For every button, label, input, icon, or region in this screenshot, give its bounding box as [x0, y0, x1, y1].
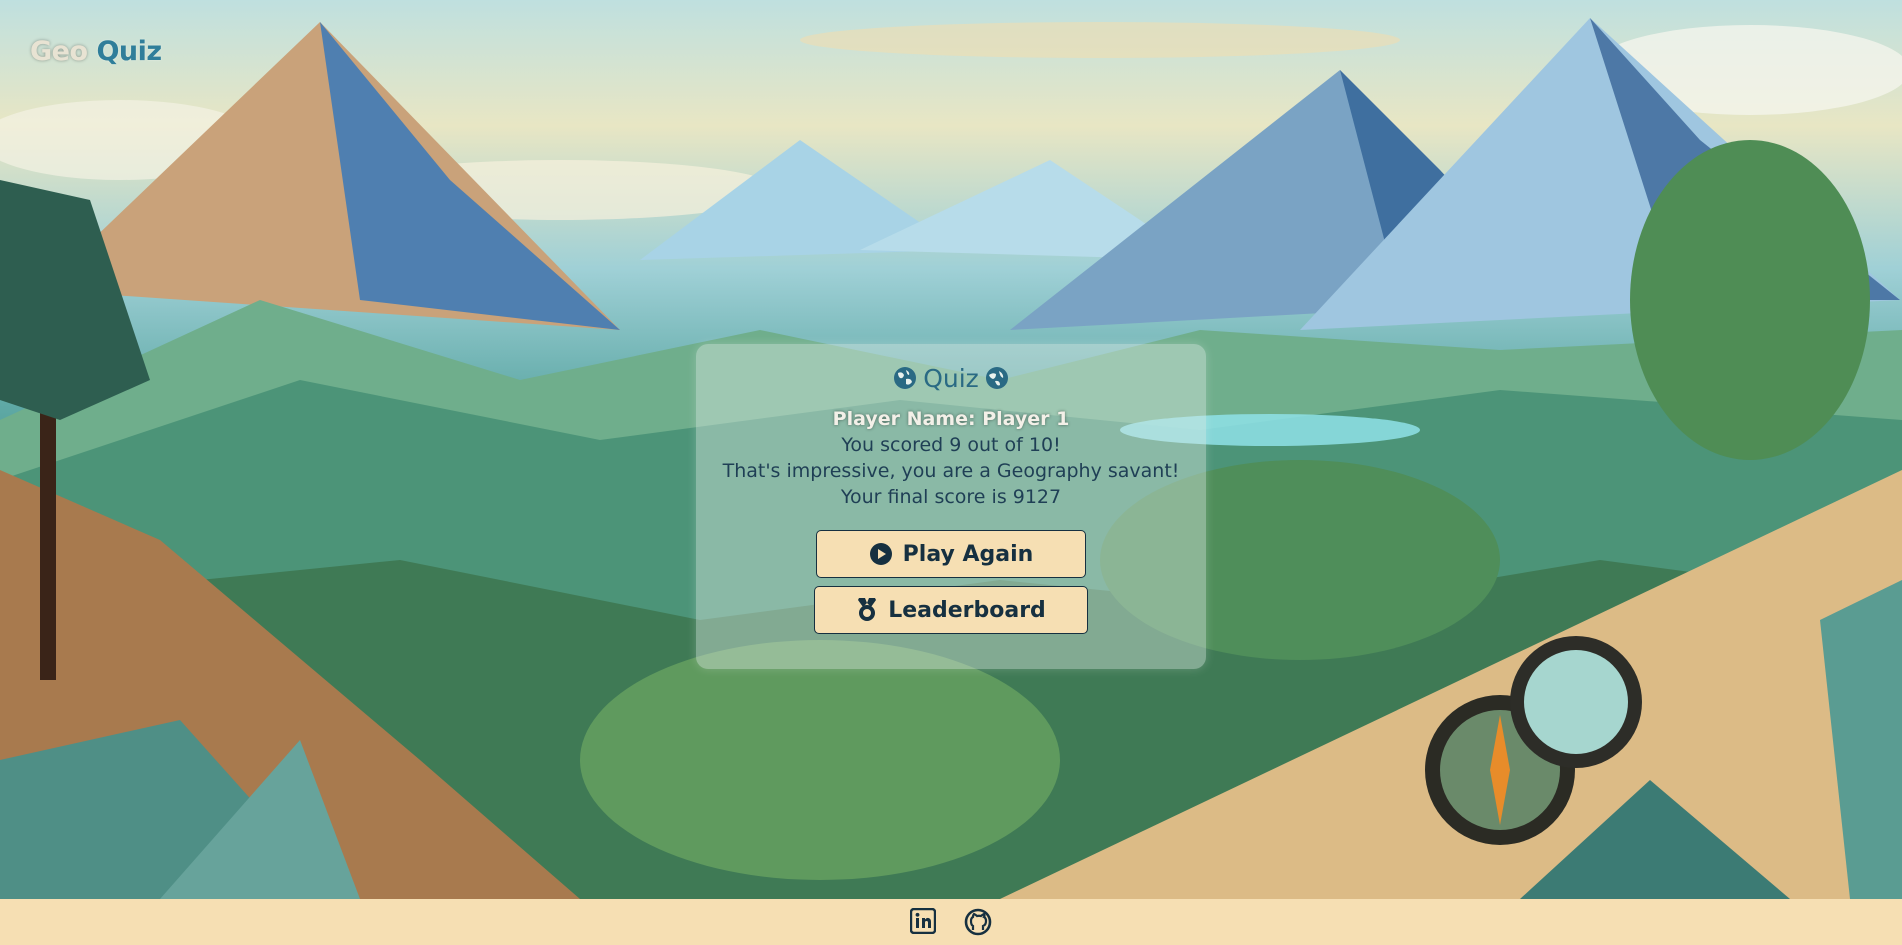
play-circle-icon: [869, 543, 892, 565]
play-again-button[interactable]: Play Again: [816, 530, 1086, 578]
globe-icon: [985, 367, 1008, 389]
site-logo[interactable]: Geo Quiz: [30, 36, 162, 67]
linkedin-icon[interactable]: [909, 907, 938, 936]
medal-icon: [858, 598, 877, 621]
score-summary: You scored 9 out of 10!: [841, 434, 1061, 456]
results-card: Quiz Player Name: Player 1 You scored 9 …: [696, 344, 1206, 669]
card-header: Quiz: [696, 362, 1206, 394]
final-score: Your final score is 9127: [840, 486, 1062, 508]
logo-quiz-text: Quiz: [96, 36, 162, 67]
globe-icon: [894, 367, 917, 389]
play-again-label: Play Again: [902, 541, 1034, 567]
logo-geo-text: Geo: [30, 36, 88, 67]
player-name: Player Name: Player 1: [832, 408, 1070, 430]
result-message: That's impressive, you are a Geography s…: [722, 460, 1180, 482]
card-title: Quiz: [923, 363, 979, 393]
leaderboard-label: Leaderboard: [888, 597, 1046, 623]
github-icon[interactable]: [964, 908, 992, 936]
footer: [0, 899, 1902, 945]
leaderboard-button[interactable]: Leaderboard: [814, 586, 1088, 634]
